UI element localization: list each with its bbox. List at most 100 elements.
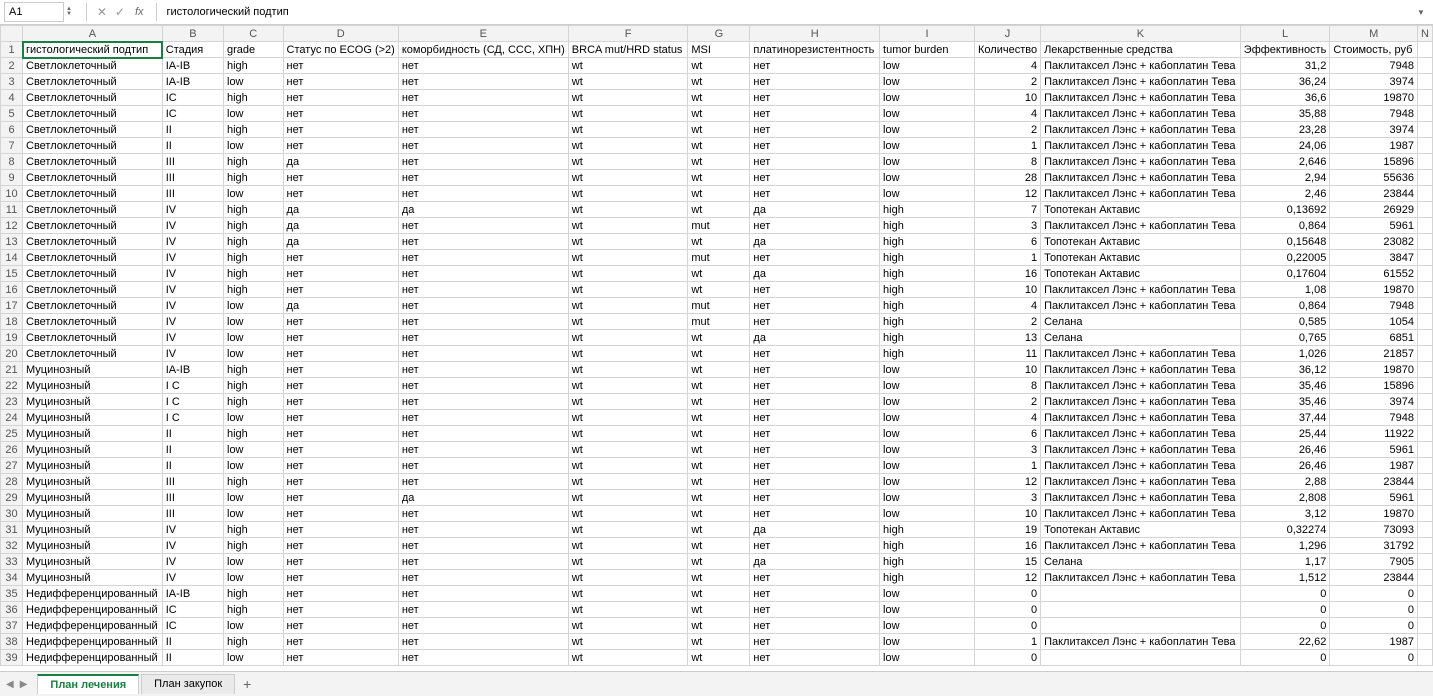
row-header[interactable]: 9	[1, 170, 23, 186]
cell[interactable]: wt	[568, 218, 688, 234]
cell[interactable]: low	[880, 186, 975, 202]
cell[interactable]: 0,32274	[1240, 522, 1330, 538]
cell[interactable]	[1417, 426, 1432, 442]
cell[interactable]: IA-IB	[162, 586, 223, 602]
cell[interactable]: Топотекан Актавис	[1041, 250, 1241, 266]
cell[interactable]: high	[224, 154, 284, 170]
row-header[interactable]: 25	[1, 426, 23, 442]
cell[interactable]: wt	[568, 378, 688, 394]
cell[interactable]: 2,808	[1240, 490, 1330, 506]
cell[interactable]: wt	[688, 234, 750, 250]
cell[interactable]: 6	[975, 234, 1041, 250]
cell[interactable]: 10	[975, 506, 1041, 522]
cell[interactable]: high	[880, 554, 975, 570]
cell[interactable]: IV	[162, 282, 223, 298]
cell[interactable]: нет	[398, 570, 568, 586]
cell[interactable]: low	[224, 490, 284, 506]
cell[interactable]	[1041, 602, 1241, 618]
cell[interactable]: да	[750, 234, 880, 250]
cell[interactable]: нет	[398, 314, 568, 330]
cell[interactable]	[1417, 474, 1432, 490]
cell[interactable]: IV	[162, 218, 223, 234]
cell[interactable]: wt	[688, 138, 750, 154]
cell[interactable]: 26,46	[1240, 458, 1330, 474]
cell[interactable]: Паклитаксел Лэнс + кабоплатин Тева	[1041, 74, 1241, 90]
cell[interactable]: 15896	[1330, 378, 1418, 394]
cell[interactable]: wt	[568, 250, 688, 266]
cell[interactable]: wt	[688, 506, 750, 522]
cell[interactable]: wt	[688, 154, 750, 170]
cell[interactable]: 23082	[1330, 234, 1418, 250]
cell[interactable]: wt	[688, 570, 750, 586]
cell[interactable]	[1417, 522, 1432, 538]
cell[interactable]: wt	[688, 170, 750, 186]
cell[interactable]: нет	[750, 570, 880, 586]
row-header[interactable]: 5	[1, 106, 23, 122]
cell[interactable]: Муцинозный	[23, 426, 163, 442]
cell[interactable]	[1417, 602, 1432, 618]
cell[interactable]: wt	[688, 602, 750, 618]
cell[interactable]: 11922	[1330, 426, 1418, 442]
cell[interactable]: 10	[975, 362, 1041, 378]
cell[interactable]: 26,46	[1240, 442, 1330, 458]
cell[interactable]: low	[880, 154, 975, 170]
cell[interactable]	[1417, 234, 1432, 250]
cell[interactable]: IV	[162, 330, 223, 346]
cell[interactable]: Паклитаксел Лэнс + кабоплатин Тева	[1041, 138, 1241, 154]
col-header-L[interactable]: L	[1240, 26, 1330, 42]
col-header-C[interactable]: C	[224, 26, 284, 42]
cell[interactable]: нет	[750, 378, 880, 394]
row-header[interactable]: 17	[1, 298, 23, 314]
cell[interactable]: 0,585	[1240, 314, 1330, 330]
cell[interactable]: нет	[398, 474, 568, 490]
cell[interactable]	[1417, 90, 1432, 106]
cell[interactable]: 12	[975, 570, 1041, 586]
cell[interactable]: нет	[398, 154, 568, 170]
cell[interactable]: wt	[688, 442, 750, 458]
cell[interactable]: high	[224, 266, 284, 282]
cell[interactable]: low	[880, 490, 975, 506]
cell[interactable]: да	[283, 234, 398, 250]
cell[interactable]: low	[224, 330, 284, 346]
cell[interactable]: нет	[398, 602, 568, 618]
cell[interactable]: 4	[975, 410, 1041, 426]
cell[interactable]	[1417, 538, 1432, 554]
cell[interactable]: low	[880, 474, 975, 490]
cell[interactable]: low	[224, 618, 284, 634]
cell[interactable]: wt	[568, 474, 688, 490]
cell[interactable]: wt	[688, 90, 750, 106]
cell[interactable]: 7948	[1330, 410, 1418, 426]
cell[interactable]: да	[398, 490, 568, 506]
cell[interactable]: low	[880, 106, 975, 122]
cell[interactable]: нет	[398, 394, 568, 410]
cell[interactable]: high	[880, 570, 975, 586]
cell[interactable]: нет	[283, 186, 398, 202]
cell[interactable]: 19870	[1330, 362, 1418, 378]
cell[interactable]: нет	[283, 602, 398, 618]
cell[interactable]: low	[224, 442, 284, 458]
cell[interactable]: low	[224, 106, 284, 122]
cell[interactable]: нет	[750, 394, 880, 410]
cell[interactable]: Стадия	[162, 42, 223, 58]
cell[interactable]: low	[880, 378, 975, 394]
cell[interactable]: Муцинозный	[23, 378, 163, 394]
cell[interactable]	[1417, 218, 1432, 234]
cell[interactable]: нет	[398, 106, 568, 122]
row-header[interactable]: 18	[1, 314, 23, 330]
cell[interactable]: low	[224, 298, 284, 314]
cell[interactable]: 10	[975, 90, 1041, 106]
row-header[interactable]: 33	[1, 554, 23, 570]
cell[interactable]: 6	[975, 426, 1041, 442]
cell[interactable]	[1417, 346, 1432, 362]
cell[interactable]: tumor burden	[880, 42, 975, 58]
cell[interactable]: 19	[975, 522, 1041, 538]
cell[interactable]: нет	[750, 618, 880, 634]
spreadsheet-grid[interactable]: ABCDEFGHIJKLMN1гистологический подтипСта…	[0, 25, 1433, 671]
cell[interactable]: Топотекан Актавис	[1041, 522, 1241, 538]
cell[interactable]: 0	[1240, 602, 1330, 618]
cell[interactable]: wt	[688, 266, 750, 282]
cell[interactable]: Муцинозный	[23, 570, 163, 586]
cell[interactable]: Селана	[1041, 314, 1241, 330]
cell[interactable]: Паклитаксел Лэнс + кабоплатин Тева	[1041, 90, 1241, 106]
cell[interactable]: wt	[688, 362, 750, 378]
